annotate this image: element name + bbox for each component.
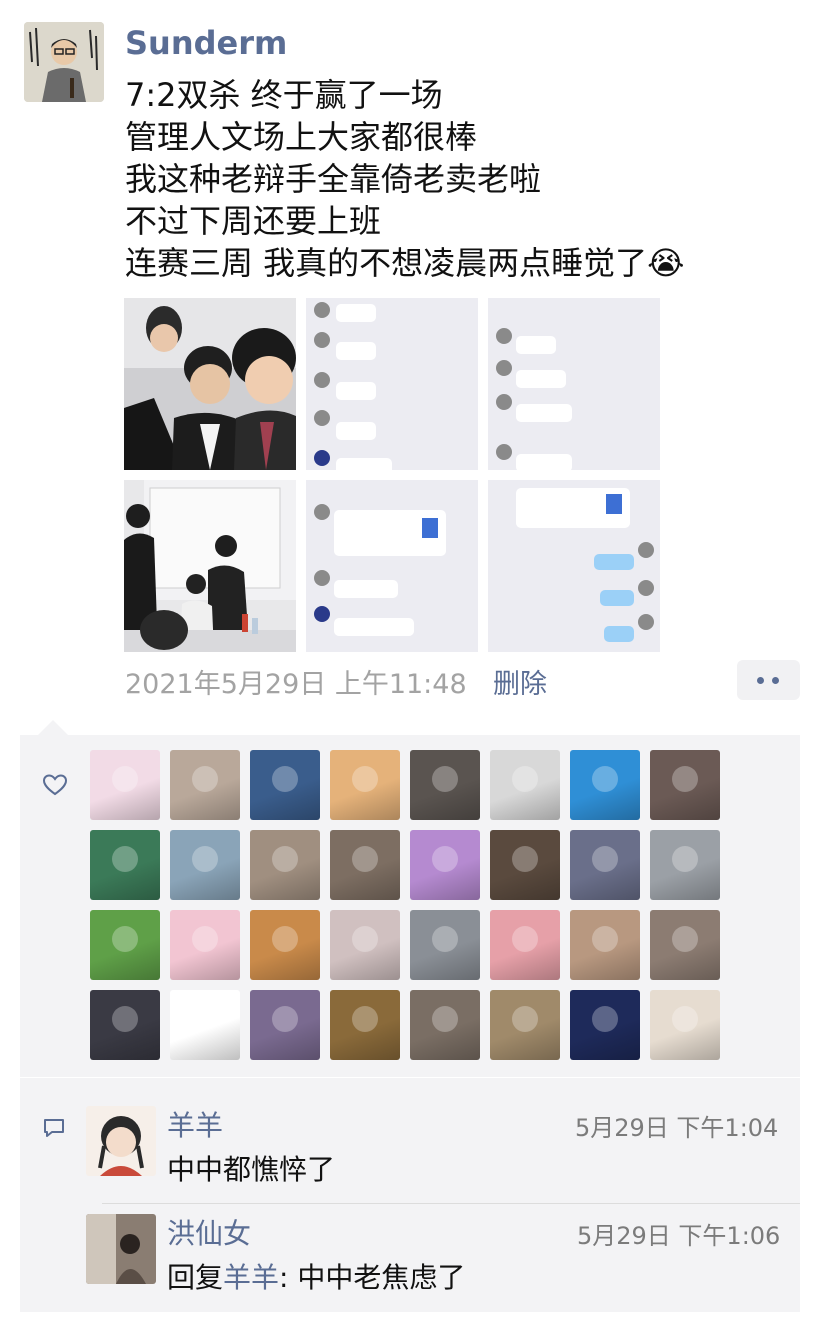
post-text-line: 我这种老辩手全靠倚老卖老啦 bbox=[125, 160, 542, 198]
liker-avatar[interactable] bbox=[490, 750, 560, 820]
liker-avatar[interactable] bbox=[170, 750, 240, 820]
liker-avatar[interactable] bbox=[650, 830, 720, 900]
post-photo-selfie[interactable] bbox=[124, 298, 296, 470]
comment-divider bbox=[102, 1203, 800, 1204]
more-dots-icon bbox=[772, 677, 779, 684]
post-text-line: 7:2双杀 终于赢了一场 bbox=[125, 76, 443, 114]
commenter-name[interactable]: 洪仙女 bbox=[167, 1212, 251, 1252]
heart-icon bbox=[42, 773, 68, 801]
liker-avatar[interactable] bbox=[410, 830, 480, 900]
liker-avatar[interactable] bbox=[250, 910, 320, 980]
post-timestamp: 2021年5月29日 上午11:48 bbox=[125, 669, 467, 700]
commenter-name[interactable]: 羊羊 bbox=[167, 1104, 223, 1144]
liker-avatar[interactable] bbox=[90, 750, 160, 820]
liker-avatar[interactable] bbox=[170, 990, 240, 1060]
liker-avatar[interactable] bbox=[250, 750, 320, 820]
liker-avatar[interactable] bbox=[250, 990, 320, 1060]
liker-avatar[interactable] bbox=[650, 750, 720, 820]
post-text-line: 连赛三周 我真的不想凌晨两点睡觉了😭 bbox=[125, 244, 685, 282]
liker-avatar[interactable] bbox=[250, 830, 320, 900]
commenter-avatar[interactable] bbox=[86, 1106, 156, 1176]
comment-text[interactable]: 回复羊羊: 中中老焦虑了 bbox=[167, 1256, 465, 1296]
post-photo-chat-3[interactable] bbox=[306, 480, 478, 652]
liker-avatar[interactable] bbox=[570, 910, 640, 980]
delete-link[interactable]: 删除 bbox=[493, 662, 547, 701]
liker-avatar[interactable] bbox=[650, 910, 720, 980]
comment-time: 5月29日 下午1:04 bbox=[575, 1114, 779, 1142]
liker-avatar[interactable] bbox=[330, 830, 400, 900]
post-photo-chat-2[interactable] bbox=[488, 298, 660, 470]
comments-panel: 羊羊 5月29日 下午1:04 中中都憔悴了 洪仙女 5月29日 下午1:06 … bbox=[20, 1078, 800, 1312]
more-options-button[interactable] bbox=[737, 660, 800, 700]
panel-pointer bbox=[38, 720, 68, 735]
liker-avatar[interactable] bbox=[490, 910, 560, 980]
author-name[interactable]: Sunderm bbox=[125, 24, 287, 62]
commenter-avatar[interactable] bbox=[86, 1214, 156, 1284]
post-text-line: 不过下周还要上班 bbox=[125, 202, 382, 240]
liker-avatar[interactable] bbox=[410, 750, 480, 820]
liker-avatar[interactable] bbox=[170, 830, 240, 900]
author-avatar[interactable] bbox=[24, 22, 104, 102]
liker-avatar[interactable] bbox=[570, 750, 640, 820]
liker-avatar[interactable] bbox=[330, 910, 400, 980]
reply-to-name[interactable]: 羊羊 bbox=[223, 1261, 279, 1294]
liker-avatar[interactable] bbox=[410, 990, 480, 1060]
liker-avatar[interactable] bbox=[90, 990, 160, 1060]
reply-text: : 中中老焦虑了 bbox=[279, 1261, 466, 1294]
comment-icon bbox=[42, 1116, 66, 1144]
liker-avatar[interactable] bbox=[170, 910, 240, 980]
liker-avatar[interactable] bbox=[90, 830, 160, 900]
liker-avatar[interactable] bbox=[570, 830, 640, 900]
post-photo-chat-1[interactable] bbox=[306, 298, 478, 470]
liker-avatar[interactable] bbox=[490, 830, 560, 900]
comment-text[interactable]: 中中都憔悴了 bbox=[167, 1148, 335, 1188]
likes-panel bbox=[20, 735, 800, 1077]
liker-avatar[interactable] bbox=[90, 910, 160, 980]
comment-time: 5月29日 下午1:06 bbox=[577, 1222, 781, 1250]
liker-avatar[interactable] bbox=[330, 750, 400, 820]
liker-avatar[interactable] bbox=[650, 990, 720, 1060]
liker-avatar[interactable] bbox=[330, 990, 400, 1060]
liker-avatar[interactable] bbox=[570, 990, 640, 1060]
post-photo-chat-4[interactable] bbox=[488, 480, 660, 652]
liker-avatar[interactable] bbox=[490, 990, 560, 1060]
more-dots-icon bbox=[757, 677, 764, 684]
liker-avatar[interactable] bbox=[410, 910, 480, 980]
post-photo-debate-room[interactable] bbox=[124, 480, 296, 652]
post-text-line: 管理人文场上大家都很棒 bbox=[125, 118, 478, 156]
reply-prefix: 回复 bbox=[167, 1261, 224, 1294]
